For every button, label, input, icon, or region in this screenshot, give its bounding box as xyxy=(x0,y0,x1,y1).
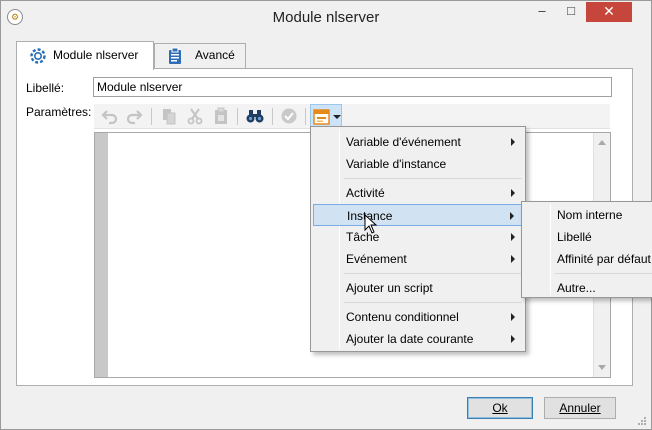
menu-item-label: Activité xyxy=(346,186,385,200)
insert-field-icon xyxy=(312,107,332,127)
maximize-button[interactable]: □ xyxy=(557,2,585,22)
dropdown-arrow-icon xyxy=(333,115,341,119)
menu-item-label: Ajouter la date courante xyxy=(346,332,474,346)
resize-grip-icon[interactable] xyxy=(637,415,647,425)
undo-icon[interactable] xyxy=(100,106,120,126)
cancel-button-label: Annuler xyxy=(559,401,601,415)
menu-item-label: Affinité par défaut xyxy=(557,252,651,266)
toolbar-separator xyxy=(151,108,152,125)
title-bar[interactable]: ⚙ Module nlserver – □ ✕ xyxy=(1,1,651,33)
scroll-up-icon[interactable] xyxy=(598,140,606,145)
menu-item-label: Libellé xyxy=(557,230,592,244)
submenu-arrow-icon xyxy=(511,255,515,263)
binoculars-icon[interactable] xyxy=(245,106,265,126)
parametres-label: Paramètres: xyxy=(26,105,92,119)
module-gear-icon xyxy=(29,47,47,65)
submenu-item-libelle[interactable]: Libellé xyxy=(524,226,652,248)
close-button[interactable]: ✕ xyxy=(586,2,632,22)
submenu-arrow-icon xyxy=(511,189,515,197)
cancel-button[interactable]: Annuler xyxy=(544,397,616,419)
toolbar-separator xyxy=(272,108,273,125)
submenu-arrow-icon xyxy=(511,313,515,321)
menu-separator xyxy=(555,273,652,274)
editor-gutter xyxy=(95,133,108,377)
menu-item-instance[interactable]: Instance xyxy=(313,204,523,226)
menu-item-variable-evenement[interactable]: Variable d'événement xyxy=(313,131,523,153)
tab-module-nlserver[interactable]: Module nlserver xyxy=(16,41,154,70)
submenu-item-affinite[interactable]: Affinité par défaut xyxy=(524,248,652,270)
menu-item-contenu-conditionnel[interactable]: Contenu conditionnel xyxy=(313,306,523,328)
tab-label: Module nlserver xyxy=(53,48,139,62)
scroll-down-icon[interactable] xyxy=(598,365,606,370)
cut-icon[interactable] xyxy=(185,106,205,126)
libelle-label: Libellé: xyxy=(26,81,65,95)
menu-item-label: Variable d'événement xyxy=(346,135,461,149)
clipboard-icon xyxy=(167,47,185,65)
paste-icon[interactable] xyxy=(211,106,231,126)
submenu-item-autre[interactable]: Autre... xyxy=(524,277,652,299)
copy-icon[interactable] xyxy=(159,106,179,126)
menu-item-label: Nom interne xyxy=(557,208,623,222)
menu-item-evenement[interactable]: Evénement xyxy=(313,248,523,270)
menu-item-label: Autre... xyxy=(557,281,596,295)
menu-item-activite[interactable]: Activité xyxy=(313,182,523,204)
submenu-arrow-icon xyxy=(511,335,515,343)
submenu-arrow-icon xyxy=(511,233,515,241)
menu-item-label: Contenu conditionnel xyxy=(346,310,459,324)
menu-item-ajouter-date[interactable]: Ajouter la date courante xyxy=(313,328,523,350)
menu-item-label: Variable d'instance xyxy=(346,157,447,171)
menu-separator xyxy=(344,273,522,274)
menu-separator xyxy=(344,178,522,179)
instance-submenu: Nom interne Libellé Affinité par défaut … xyxy=(521,201,652,298)
insert-context-menu: Variable d'événement Variable d'instance… xyxy=(310,126,526,352)
submenu-arrow-icon xyxy=(510,212,514,220)
menu-item-variable-instance[interactable]: Variable d'instance xyxy=(313,153,523,175)
menu-item-label: Ajouter un script xyxy=(346,281,433,295)
menu-item-ajouter-script[interactable]: Ajouter un script xyxy=(313,277,523,299)
redo-icon[interactable] xyxy=(124,106,144,126)
menu-item-label: Evénement xyxy=(346,252,407,266)
menu-separator xyxy=(344,302,522,303)
checkmark-icon[interactable] xyxy=(279,106,299,126)
toolbar-separator xyxy=(237,108,238,125)
minimize-button[interactable]: – xyxy=(528,2,556,22)
ok-button-label: Ok xyxy=(492,401,508,415)
submenu-item-nom-interne[interactable]: Nom interne xyxy=(524,204,652,226)
toolbar-separator xyxy=(305,108,306,125)
menu-item-tache[interactable]: Tâche xyxy=(313,226,523,248)
tab-avance[interactable]: Avancé xyxy=(154,43,246,68)
mouse-cursor-icon xyxy=(364,213,378,237)
submenu-arrow-icon xyxy=(511,138,515,146)
ok-button[interactable]: Ok xyxy=(467,397,533,419)
tab-label: Avancé xyxy=(195,48,235,62)
libelle-input[interactable]: Module nlserver xyxy=(93,77,612,97)
